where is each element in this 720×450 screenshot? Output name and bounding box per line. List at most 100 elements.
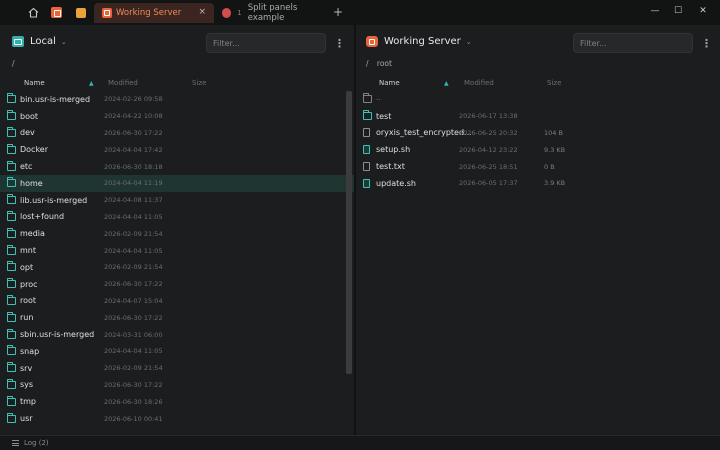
- table-row[interactable]: media 2026-02-09 21:54: [0, 225, 354, 242]
- breadcrumb-item[interactable]: root: [377, 59, 392, 68]
- table-row[interactable]: lost+found 2024-04-04 11:05: [0, 209, 354, 226]
- more-options-button[interactable]: ⋮: [701, 37, 712, 50]
- modified-date: 2026-06-30 17:22: [104, 313, 163, 322]
- column-name[interactable]: Name: [379, 79, 400, 87]
- file-name: test.txt: [376, 162, 405, 172]
- file-name: bin.usr-is-merged: [20, 94, 91, 104]
- log-icon[interactable]: [12, 440, 19, 446]
- table-row[interactable]: update.sh 2026-06-05 17:37 3.9 KB: [356, 175, 720, 192]
- modified-date: 2026-06-30 18:18: [104, 162, 163, 171]
- table-row[interactable]: ..: [356, 91, 720, 108]
- table-row[interactable]: etc 2026-06-30 18:18: [0, 158, 354, 175]
- new-tab-button[interactable]: +: [333, 5, 343, 19]
- column-modified[interactable]: Modified: [108, 79, 138, 87]
- tab-split-panels[interactable]: 1 Split panels example: [218, 3, 330, 23]
- table-row[interactable]: setup.sh 2026-04-12 23:22 9.3 KB: [356, 141, 720, 158]
- file-name: tmp: [20, 397, 37, 407]
- table-row[interactable]: root 2024-04-07 15:04: [0, 293, 354, 310]
- file-size: 104 B: [544, 128, 563, 137]
- modified-date: 2026-06-30 17:22: [104, 128, 163, 137]
- script-file-icon: [363, 178, 370, 188]
- location-selector-server[interactable]: Working Server ⌄: [366, 36, 472, 47]
- file-list-server: .. test 2026-06-17 13:38 oryxis_test_encryp…: [356, 91, 720, 192]
- tab-label: Working Server: [116, 8, 182, 18]
- file-name: sbin.usr-is-merged: [20, 330, 95, 340]
- modified-date: 2026-06-30 17:22: [104, 380, 163, 389]
- modified-date: 2024-02-26 09:58: [104, 95, 163, 104]
- filter-input-server[interactable]: [573, 33, 693, 53]
- table-row[interactable]: srv 2026-02-09 21:54: [0, 360, 354, 377]
- file-name: ..: [376, 94, 381, 102]
- table-row[interactable]: usr 2026-06-10 00:41: [0, 410, 354, 427]
- location-selector-local[interactable]: Local ⌄: [12, 36, 67, 47]
- table-row[interactable]: home 2024-04-04 11:19: [0, 174, 354, 192]
- modified-date: 2024-04-04 11:05: [104, 246, 163, 255]
- minimize-button[interactable]: —: [649, 6, 661, 16]
- modified-date: 2026-02-09 21:54: [104, 229, 163, 238]
- file-name: lib.usr-is-merged: [20, 195, 88, 205]
- modified-date: 2024-04-04 11:19: [104, 179, 163, 188]
- home-icon[interactable]: [26, 5, 41, 20]
- table-row[interactable]: proc 2026-06-30 17:22: [0, 276, 354, 293]
- file-name: usr: [20, 414, 33, 424]
- table-header: Name ▲ Modified Size: [0, 75, 354, 91]
- breadcrumb-root[interactable]: /: [366, 59, 369, 68]
- scrollbar[interactable]: [346, 91, 352, 374]
- filter-input-local[interactable]: [206, 33, 326, 53]
- file-name: oryxis_test_encrypted...: [376, 128, 472, 138]
- tab-working-server[interactable]: Working Server ×: [94, 3, 214, 23]
- table-row[interactable]: test.txt 2026-06-25 18:51 0 B: [356, 158, 720, 175]
- column-size[interactable]: Size: [192, 79, 206, 87]
- more-options-button[interactable]: ⋮: [334, 37, 345, 50]
- file-name: sys: [20, 380, 34, 390]
- file-size: 9.3 KB: [544, 145, 566, 154]
- folder-icon: [7, 378, 16, 389]
- table-row[interactable]: lib.usr-is-merged 2024-04-08 11:37: [0, 192, 354, 209]
- column-size[interactable]: Size: [547, 79, 561, 87]
- modified-date: 2024-04-04 11:05: [104, 347, 163, 356]
- log-toggle[interactable]: Log (2): [24, 439, 49, 447]
- column-name[interactable]: Name: [24, 79, 45, 87]
- table-row[interactable]: tmp 2026-06-30 18:26: [0, 393, 354, 410]
- file-name: snap: [20, 346, 40, 356]
- column-modified[interactable]: Modified: [464, 79, 494, 87]
- server-app-icon[interactable]: [49, 5, 64, 20]
- close-tab-icon[interactable]: ×: [198, 7, 206, 17]
- modified-date: 2026-06-25 18:51: [459, 162, 518, 171]
- server-icon: [102, 8, 112, 18]
- file-name: etc: [20, 162, 33, 172]
- close-window-button[interactable]: ✕: [697, 6, 709, 16]
- file-size: 0 B: [544, 162, 555, 171]
- table-row[interactable]: sbin.usr-is-merged 2024-03-31 06:00: [0, 326, 354, 343]
- folder-icon: [7, 345, 16, 356]
- modified-date: 2026-06-25 20:32: [459, 128, 518, 137]
- sort-asc-icon[interactable]: ▲: [89, 80, 94, 87]
- table-row[interactable]: bin.usr-is-merged 2024-02-26 09:58: [0, 91, 354, 108]
- file-name: mnt: [20, 246, 36, 256]
- table-row[interactable]: snap 2024-04-04 11:05: [0, 343, 354, 360]
- folder-icon: [7, 294, 16, 305]
- maximize-button[interactable]: ☐: [672, 6, 684, 16]
- table-row[interactable]: run 2026-06-30 17:22: [0, 309, 354, 326]
- script-file-icon: [363, 145, 370, 155]
- table-row[interactable]: boot 2024-04-22 10:08: [0, 108, 354, 125]
- table-row[interactable]: dev 2026-06-30 17:22: [0, 125, 354, 142]
- modified-date: 2026-02-09 21:54: [104, 263, 163, 272]
- sort-asc-icon[interactable]: ▲: [444, 80, 449, 87]
- file-size: 3.9 KB: [544, 179, 566, 188]
- table-row[interactable]: test 2026-06-17 13:38: [356, 108, 720, 125]
- folder-icon: [7, 278, 16, 289]
- title-bar: Working Server × 1 Split panels example …: [0, 0, 720, 25]
- table-row[interactable]: sys 2026-06-30 17:22: [0, 377, 354, 394]
- modified-date: 2026-06-10 00:41: [104, 414, 163, 423]
- table-header: Name ▲ Modified Size: [356, 75, 720, 91]
- breadcrumb[interactable]: /: [12, 59, 15, 68]
- modified-date: 2026-06-30 18:26: [104, 397, 163, 406]
- table-row[interactable]: Docker 2024-04-04 17:42: [0, 141, 354, 158]
- table-row[interactable]: oryxis_test_encrypted... 2026-06-25 20:32…: [356, 125, 720, 142]
- folder-app-icon[interactable]: [73, 5, 88, 20]
- table-row[interactable]: mnt 2024-04-04 11:05: [0, 242, 354, 259]
- location-label: Working Server: [384, 36, 461, 47]
- table-row[interactable]: opt 2026-02-09 21:54: [0, 259, 354, 276]
- folder-icon: [7, 412, 16, 423]
